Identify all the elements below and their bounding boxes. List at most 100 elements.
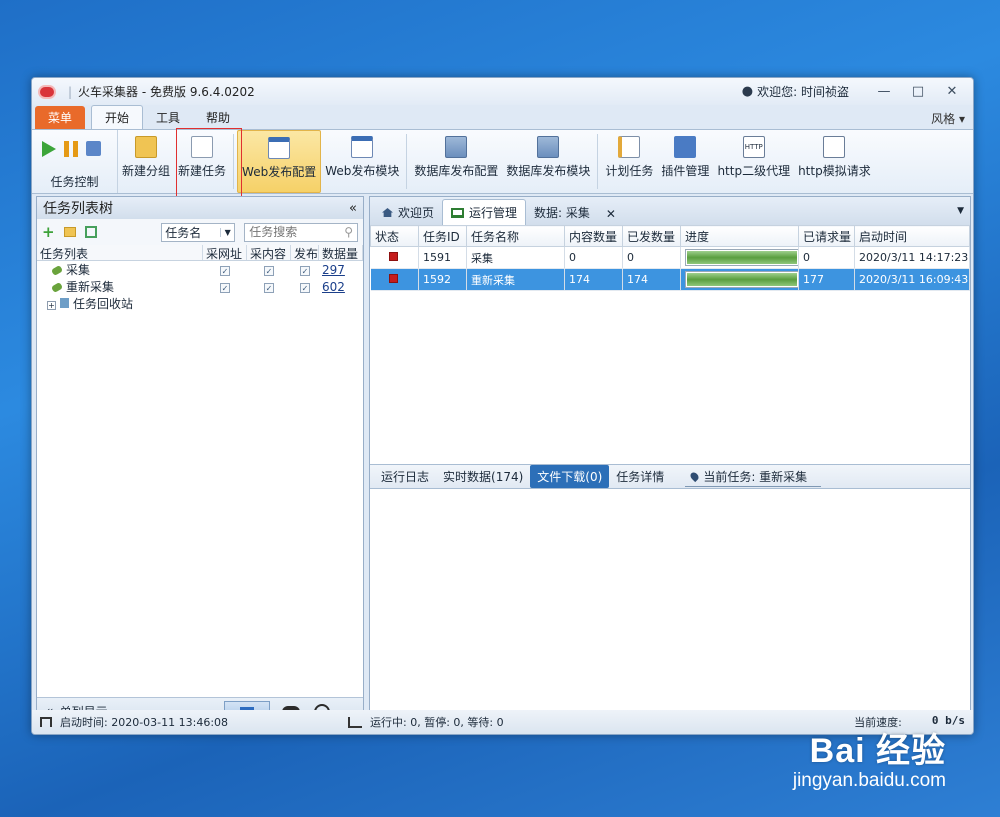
- app-window: | 火车采集器 - 免费版 9.6.4.0202 ● 欢迎您: 时间祯盗 — □…: [31, 77, 974, 735]
- add-icon[interactable]: +: [42, 223, 55, 241]
- tab-help[interactable]: 帮助: [193, 106, 243, 129]
- progress-fill: [687, 251, 797, 264]
- content-count-cell: 174: [564, 268, 623, 291]
- http-proxy-button[interactable]: HTTP http二级代理: [713, 130, 794, 193]
- collect-url-checkbox[interactable]: ✓: [220, 265, 230, 276]
- title-separator: |: [68, 84, 73, 99]
- pause-task-icon[interactable]: [64, 141, 78, 157]
- task-control-label: 任务控制: [50, 175, 99, 189]
- col-data-count[interactable]: 数据量: [319, 245, 363, 260]
- db-publish-module-button[interactable]: 数据库发布模块: [502, 130, 594, 193]
- tree-row-task[interactable]: 采集 ✓ ✓ ✓ 297: [37, 261, 363, 278]
- collect-url-checkbox[interactable]: ✓: [220, 282, 230, 293]
- col-requested[interactable]: 已请求量: [798, 225, 855, 247]
- requested-cell: 0: [798, 246, 855, 269]
- start-time-cell: 2020/3/11 14:17:23: [854, 246, 970, 269]
- task-control-group: 任务控制: [32, 130, 118, 193]
- tree-row-task[interactable]: 重新采集 ✓ ✓ ✓ 602: [37, 278, 363, 295]
- app-name: 火车采集器: [78, 85, 139, 99]
- baidu-watermark: Bai 经验 jingyan.baidu.com: [793, 723, 946, 792]
- style-menu[interactable]: 风格 ▾: [931, 110, 965, 127]
- current-task-indicator[interactable]: 当前任务: 重新采集: [685, 466, 822, 487]
- ribbon-separator: [597, 134, 599, 189]
- main-menu-button[interactable]: 菜单: [35, 106, 86, 129]
- http-proxy-icon: HTTP: [742, 136, 765, 158]
- web-module-icon: [351, 136, 374, 158]
- http-request-button[interactable]: http模拟请求: [794, 130, 875, 193]
- task-tree-columns: 任务列表 采网址 采内容 发布 数据量: [37, 245, 363, 261]
- tree-row-recycle-bin[interactable]: + 任务回收站: [37, 295, 363, 312]
- tab-start[interactable]: 开始: [91, 105, 144, 129]
- collect-content-checkbox[interactable]: ✓: [264, 282, 274, 293]
- progress-bar: [685, 249, 798, 266]
- collect-content-checkbox[interactable]: ✓: [264, 265, 274, 276]
- tab-run-management[interactable]: 运行管理: [442, 199, 527, 225]
- tab-welcome[interactable]: 欢迎页: [374, 200, 442, 225]
- highlight-annotation: [176, 128, 242, 199]
- task-leaf-icon: [50, 264, 64, 277]
- database-config-icon: [445, 136, 468, 158]
- data-count-link[interactable]: 602: [322, 280, 345, 294]
- sort-field-select[interactable]: 任务名 ▼: [161, 222, 236, 242]
- close-button[interactable]: ✕: [937, 84, 967, 99]
- col-task-name[interactable]: 任务名称: [466, 225, 565, 247]
- watermark-url: jingyan.baidu.com: [792, 770, 946, 791]
- col-task-list[interactable]: 任务列表: [37, 245, 203, 260]
- puzzle-icon: [674, 136, 697, 158]
- title-dash: -: [138, 84, 151, 99]
- new-group-button[interactable]: 新建分组: [118, 130, 174, 193]
- tab-task-details[interactable]: 任务详情: [609, 465, 671, 488]
- col-status[interactable]: 状态: [370, 225, 419, 247]
- task-search-input[interactable]: [249, 225, 345, 239]
- publish-checkbox[interactable]: ✓: [300, 265, 310, 276]
- tab-run-log[interactable]: 运行日志: [374, 465, 436, 488]
- schedule-icon: [618, 136, 641, 158]
- flag-icon: [40, 717, 52, 727]
- start-task-icon[interactable]: [42, 141, 56, 157]
- close-tab-icon[interactable]: ✕: [598, 203, 624, 225]
- table-row[interactable]: 1591 采集 0 0 0 2020/3/11 14:17:23: [370, 246, 970, 269]
- web-publish-module-button[interactable]: Web发布模块: [321, 130, 403, 193]
- task-search-box: ⚲: [244, 222, 358, 242]
- col-task-id[interactable]: 任务ID: [418, 225, 467, 247]
- tab-data-collect[interactable]: 数据: 采集: [526, 200, 598, 225]
- db-publish-config-button[interactable]: 数据库发布配置: [410, 130, 502, 193]
- content-count-cell: 0: [564, 246, 623, 269]
- title-bar: | 火车采集器 - 免费版 9.6.4.0202 ● 欢迎您: 时间祯盗 — □…: [32, 78, 973, 105]
- task-id-cell: 1592: [418, 268, 467, 291]
- tab-list-chevron-icon[interactable]: ▼: [957, 206, 964, 216]
- col-publish[interactable]: 发布: [291, 245, 319, 260]
- publish-checkbox[interactable]: ✓: [300, 282, 310, 293]
- stop-task-icon[interactable]: [86, 141, 101, 156]
- collapse-panel-icon[interactable]: «: [349, 201, 357, 216]
- plugin-manager-button[interactable]: 插件管理: [657, 130, 713, 193]
- stopped-status-icon: [388, 252, 398, 261]
- web-publish-config-button[interactable]: Web发布配置: [237, 130, 322, 193]
- table-row[interactable]: 1592 重新采集 174 174 177 2020/3/11 16:09:43: [370, 268, 970, 291]
- col-progress[interactable]: 进度: [680, 225, 799, 247]
- col-collect-content[interactable]: 采内容: [247, 245, 291, 260]
- expand-all-icon[interactable]: [85, 226, 98, 238]
- schedule-task-button[interactable]: 计划任务: [601, 130, 657, 193]
- bar-chart-icon: [348, 716, 363, 728]
- restore-button[interactable]: □: [903, 84, 933, 99]
- table-header-row: 状态 任务ID 任务名称 内容数量 已发数量 进度 已请求量 启动时间: [370, 225, 970, 247]
- folder-icon[interactable]: [63, 227, 77, 237]
- progress-fill: [687, 273, 797, 286]
- tab-tools[interactable]: 工具: [143, 106, 193, 129]
- progress-bar: [685, 271, 798, 288]
- minimize-button[interactable]: —: [869, 84, 899, 99]
- task-tree-panel: 任务列表树 « + 任务名 ▼ ⚲ 任务列表 采网址 采内容 发布 数据量 采集: [36, 196, 364, 726]
- tab-file-download[interactable]: 文件下载(0): [530, 465, 610, 488]
- col-published-count[interactable]: 已发数量: [622, 225, 681, 247]
- tab-realtime-data[interactable]: 实时数据(174): [436, 465, 530, 488]
- col-collect-url[interactable]: 采网址: [203, 245, 247, 260]
- expand-toggle-icon[interactable]: +: [47, 301, 56, 310]
- data-count-link[interactable]: 297: [322, 263, 345, 277]
- col-content-count[interactable]: 内容数量: [564, 225, 623, 247]
- search-icon[interactable]: ⚲: [344, 225, 353, 239]
- run-stats-status: 运行中: 0, 暂停: 0, 等待: 0: [370, 716, 504, 729]
- web-config-icon: [268, 137, 291, 159]
- col-start-time[interactable]: 启动时间: [854, 225, 970, 247]
- start-time-cell: 2020/3/11 16:09:43: [854, 268, 970, 291]
